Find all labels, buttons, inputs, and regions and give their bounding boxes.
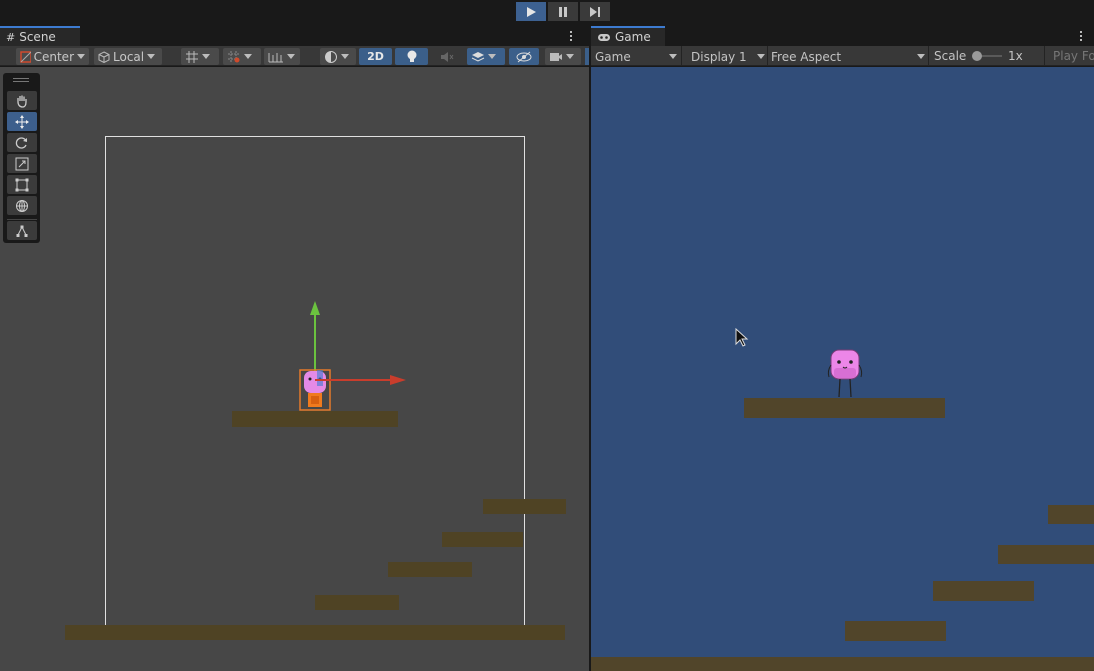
pivot-icon: [20, 50, 31, 63]
player-character: [827, 349, 863, 398]
transform-globe-icon: [16, 199, 28, 212]
layers-icon: [471, 51, 485, 62]
aspect-dropdown[interactable]: Free Aspect: [771, 48, 925, 65]
play-focused-toggle[interactable]: Play Fo: [1053, 49, 1094, 63]
hand-tool-button[interactable]: [7, 91, 37, 110]
ground-platform[interactable]: [65, 625, 565, 640]
mode-2d-label: 2D: [367, 50, 384, 63]
gamepad-icon: [598, 34, 610, 41]
scale-slider-thumb[interactable]: [972, 51, 982, 61]
platform[interactable]: [388, 562, 472, 577]
scene-panel-menu[interactable]: [570, 31, 572, 41]
scale-tool-button[interactable]: [7, 154, 37, 173]
move-tool-button[interactable]: [7, 112, 37, 131]
pause-icon: [559, 6, 567, 17]
ruler-icon: [268, 52, 283, 62]
tab-scene-label: Scene: [19, 30, 56, 44]
lightbulb-icon: [407, 50, 416, 62]
audio-mute-icon: [441, 51, 454, 62]
pivot-mode-dropdown[interactable]: Center: [16, 48, 89, 65]
chevron-down-icon: [566, 54, 574, 59]
mode-2d-toggle[interactable]: 2D: [359, 48, 392, 65]
audio-toggle[interactable]: [432, 48, 462, 65]
game-panel-menu[interactable]: [1080, 31, 1082, 41]
tab-scene[interactable]: # Scene: [0, 26, 80, 46]
platform: [933, 581, 1034, 601]
scale-value: 1x: [1008, 49, 1023, 63]
custom-tool-icon: [16, 225, 28, 237]
chevron-down-icon: [488, 54, 496, 59]
camera-icon: [550, 52, 562, 61]
chevron-down-icon: [287, 54, 295, 59]
mouse-cursor-icon: [735, 328, 749, 347]
effects-dropdown[interactable]: [467, 48, 505, 65]
play-toolbar: [0, 0, 1094, 26]
rotate-tool-button[interactable]: [7, 133, 37, 152]
chevron-down-icon: [202, 54, 210, 59]
space-mode-dropdown[interactable]: Local: [94, 48, 162, 65]
eye-hidden-icon: [516, 51, 532, 62]
view-type-label: Game: [595, 49, 631, 64]
display-label: Display 1: [691, 49, 747, 64]
chevron-down-icon: [341, 54, 349, 59]
play-button[interactable]: [516, 2, 546, 21]
step-button[interactable]: [580, 2, 610, 21]
custom-tool-button[interactable]: [7, 221, 37, 240]
platform[interactable]: [442, 532, 523, 547]
game-toolbar: Game Display 1 Free Aspect Scale 1x Play…: [591, 46, 1094, 66]
space-mode-label: Local: [113, 49, 145, 64]
aspect-label: Free Aspect: [771, 49, 842, 64]
scale-icon: [15, 157, 29, 170]
platform: [1048, 505, 1094, 524]
display-dropdown[interactable]: Display 1: [691, 48, 765, 65]
scene-viewport[interactable]: [0, 67, 589, 671]
platform: [744, 398, 945, 418]
platform: [845, 621, 946, 641]
step-icon: [590, 6, 600, 17]
scene-toolbar: Center Local 2D: [0, 46, 589, 66]
game-viewport[interactable]: [591, 67, 1094, 671]
platform[interactable]: [483, 499, 566, 514]
chevron-down-icon: [917, 54, 925, 59]
grid-snap-icon: [186, 50, 198, 63]
platform[interactable]: [315, 595, 399, 610]
ground-platform: [591, 657, 1094, 671]
platform: [998, 545, 1094, 564]
grid-icon: #: [6, 30, 16, 44]
transform-tool-button[interactable]: [7, 196, 37, 215]
tab-game-label: Game: [615, 30, 651, 44]
view-type-dropdown[interactable]: Game: [595, 48, 681, 65]
tab-game[interactable]: Game: [591, 26, 665, 46]
y-axis-arrow-icon: [310, 301, 320, 315]
chevron-down-icon: [147, 54, 156, 59]
rect-transform-icon: [15, 178, 29, 191]
draw-mode-dropdown[interactable]: [320, 48, 356, 65]
chevron-down-icon: [77, 54, 85, 59]
chevron-down-icon: [757, 54, 765, 59]
move-gizmo[interactable]: [295, 295, 410, 415]
snap-increment-icon: [228, 50, 240, 63]
play-icon: [527, 6, 536, 17]
scale-label: Scale: [934, 49, 967, 63]
shading-sphere-icon: [325, 50, 337, 63]
chevron-down-icon: [669, 54, 677, 59]
hidden-objects-toggle[interactable]: [509, 48, 539, 65]
rect-tool-button[interactable]: [7, 175, 37, 194]
tools-overlay: [3, 73, 40, 243]
cube-icon: [98, 50, 110, 63]
chevron-down-icon: [244, 54, 252, 59]
drag-handle-icon[interactable]: [13, 78, 29, 79]
move-arrows-icon: [15, 114, 29, 129]
hand-icon: [17, 95, 27, 108]
lighting-toggle[interactable]: [395, 48, 428, 65]
x-axis-arrow-icon: [390, 375, 406, 385]
grid-snapping-dropdown[interactable]: [181, 48, 219, 65]
camera-dropdown[interactable]: [545, 48, 581, 65]
align-dropdown[interactable]: [264, 48, 300, 65]
increment-snap-dropdown[interactable]: [223, 48, 261, 65]
pivot-mode-label: Center: [33, 49, 74, 64]
pause-button[interactable]: [548, 2, 578, 21]
rotate-icon: [15, 136, 27, 149]
